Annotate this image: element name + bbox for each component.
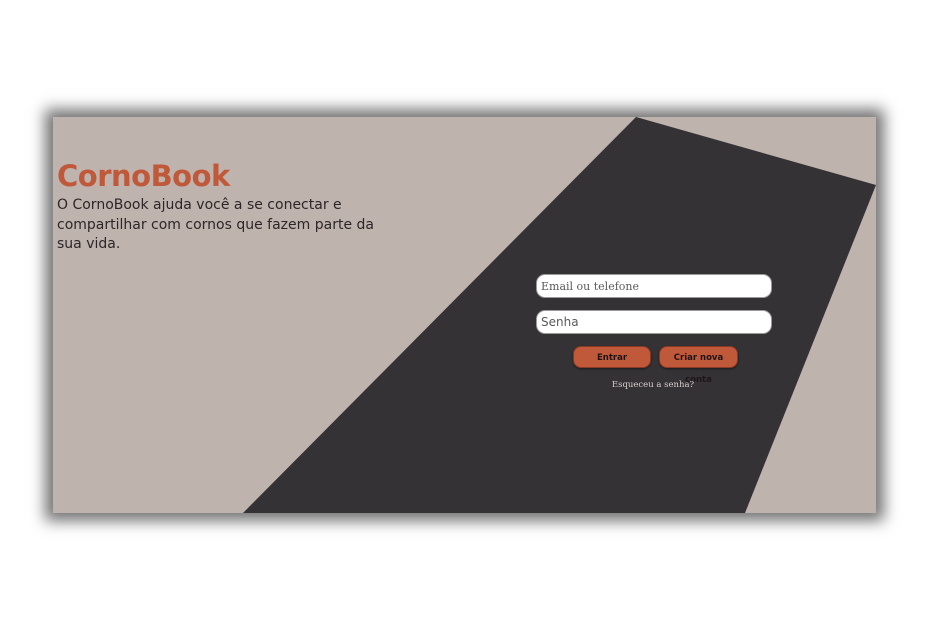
login-card: CornoBook O CornoBook ajuda você a se co…: [53, 117, 876, 513]
forgot-password-link[interactable]: Esqueceu a senha?: [603, 380, 703, 390]
password-input[interactable]: [536, 310, 772, 334]
brand-title: CornoBook: [57, 159, 230, 193]
brand-tagline: O CornoBook ajuda você a se conectar e c…: [57, 197, 374, 252]
create-account-button[interactable]: Criar nova conta: [659, 346, 738, 385]
email-input[interactable]: [536, 274, 772, 298]
login-button[interactable]: Entrar: [573, 346, 651, 368]
